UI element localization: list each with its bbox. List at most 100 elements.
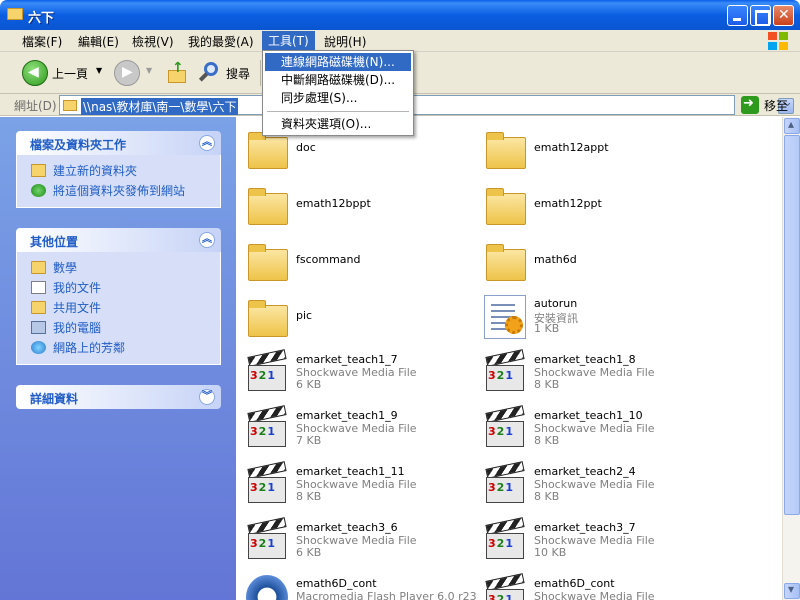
details-header[interactable]: 詳細資料 ︾ (16, 385, 221, 409)
file-size: 6 KB (296, 378, 322, 391)
list-item[interactable]: emath12appt (478, 123, 716, 175)
list-item[interactable]: fscommand (240, 235, 478, 287)
folder-icon (246, 183, 288, 227)
expand-icon[interactable]: ︾ (199, 389, 215, 405)
file-name: emath6D_cont (534, 577, 615, 590)
place-network-label: 網路上的芳鄰 (53, 341, 126, 355)
menu-view[interactable]: 檢視(V) (132, 33, 174, 50)
menu-separator (267, 111, 409, 112)
file-size: 1 KB (534, 322, 560, 335)
list-item[interactable]: 321 emarket_teach1_8 Shockwave Media Fil… (478, 347, 716, 399)
window-title: 六下 (28, 11, 55, 26)
list-item[interactable]: emath6D_cont Macromedia Flash Player 6.0… (240, 571, 478, 600)
file-name: doc (296, 141, 316, 154)
file-name: emarket_teach3_6 (296, 521, 398, 534)
place-shared-documents[interactable]: 共用文件 (29, 298, 220, 318)
file-name: emath12bppt (296, 197, 371, 210)
vertical-scrollbar[interactable] (782, 117, 800, 600)
menu-favorites[interactable]: 我的最愛(A) (188, 33, 254, 50)
scroll-up-icon[interactable] (784, 117, 800, 134)
place-my-computer[interactable]: 我的電腦 (29, 318, 220, 338)
task-new-folder[interactable]: 建立新的資料夾 (29, 161, 220, 181)
list-item[interactable]: emath12ppt (478, 179, 716, 231)
shockwave-file-icon: 321 (484, 461, 526, 507)
list-item[interactable]: 321 emarket_teach1_10 Shockwave Media Fi… (478, 403, 716, 455)
forward-dropdown-icon[interactable]: ▼ (146, 66, 152, 75)
file-name: emarket_teach1_8 (534, 353, 636, 366)
file-name: emarket_teach1_10 (534, 409, 643, 422)
search-button-label[interactable]: 搜尋 (226, 65, 250, 82)
file-type: Macromedia Flash Player 6.0 r23 (296, 590, 477, 600)
address-label: 網址(D) (14, 99, 57, 113)
folder-icon (31, 261, 46, 274)
place-my-documents-label: 我的文件 (53, 281, 102, 295)
shockwave-file-icon: 321 (246, 405, 288, 451)
scroll-thumb[interactable] (784, 135, 800, 515)
menu-help[interactable]: 說明(H) (324, 33, 366, 50)
task-publish-web[interactable]: 將這個資料夾發佈到網站 (29, 181, 220, 201)
maximize-button[interactable] (750, 5, 771, 26)
menu-tools[interactable]: 工具(T) (262, 31, 315, 51)
file-size: 8 KB (534, 378, 560, 391)
place-my-computer-label: 我的電腦 (53, 321, 102, 335)
computer-icon (31, 321, 46, 334)
list-item[interactable]: math6d (478, 235, 716, 287)
menu-edit[interactable]: 編輯(E) (78, 33, 119, 50)
list-item[interactable]: 321 emarket_teach2_4 Shockwave Media Fil… (478, 459, 716, 511)
list-item[interactable]: 321 emarket_teach1_9 Shockwave Media Fil… (240, 403, 478, 455)
collapse-icon[interactable]: ︽ (199, 232, 215, 248)
place-math[interactable]: 數學 (29, 258, 220, 278)
file-size: 8 KB (534, 434, 560, 447)
go-button[interactable]: 移至 (764, 97, 788, 114)
file-size: 8 KB (296, 490, 322, 503)
file-tasks-header[interactable]: 檔案及資料夾工作 ︽ (16, 131, 221, 155)
place-math-label: 數學 (53, 261, 78, 275)
address-value[interactable]: \\nas\教材庫\南一\數學\六下 (81, 98, 239, 115)
details-title: 詳細資料 (30, 392, 79, 406)
shockwave-file-icon: 321 (246, 461, 288, 507)
folder-icon (63, 100, 77, 111)
other-places-title: 其他位置 (30, 235, 79, 249)
list-item[interactable]: 321 emath6D_cont Shockwave Media File (478, 571, 716, 600)
file-name: autorun (534, 297, 578, 310)
place-my-documents[interactable]: 我的文件 (29, 278, 220, 298)
other-places-header[interactable]: 其他位置 ︽ (16, 228, 221, 252)
list-item[interactable]: 321 emarket_teach3_6 Shockwave Media Fil… (240, 515, 478, 567)
forward-icon[interactable] (114, 60, 140, 86)
back-button-label[interactable]: 上一頁 (52, 65, 88, 82)
menu-item-map-network-drive[interactable]: 連線網路磁碟機(N)... (265, 53, 411, 71)
collapse-icon[interactable]: ︽ (199, 135, 215, 151)
list-item[interactable]: emath12bppt (240, 179, 478, 231)
list-item[interactable]: autorun 安裝資訊 1 KB (478, 291, 716, 343)
list-item[interactable]: 321 emarket_teach3_7 Shockwave Media Fil… (478, 515, 716, 567)
folder-icon (484, 183, 526, 227)
file-list: doc emath12appt emath12bppt emath12ppt f… (236, 117, 782, 600)
scroll-down-icon[interactable] (784, 582, 800, 599)
folder-icon (246, 239, 288, 283)
menu-bar: 檔案(F) 編輯(E) 檢視(V) 我的最愛(A) 工具(T) 說明(H) (0, 30, 800, 52)
file-name: emarket_teach1_11 (296, 465, 405, 478)
menu-item-synchronize[interactable]: 同步處理(S)... (265, 89, 411, 107)
file-name: emath12ppt (534, 197, 602, 210)
menu-item-disconnect-network-drive[interactable]: 中斷網路磁碟機(D)... (265, 71, 411, 89)
list-item[interactable]: pic (240, 291, 478, 343)
other-places-section: 其他位置 ︽ 數學 我的文件 共用文件 我的電腦 網路上的芳鄰 (16, 228, 221, 365)
close-button[interactable] (773, 5, 794, 26)
back-dropdown-icon[interactable]: ▼ (96, 66, 102, 75)
file-name: emarket_teach2_4 (534, 465, 636, 478)
list-item[interactable]: 321 emarket_teach1_7 Shockwave Media Fil… (240, 347, 478, 399)
details-section: 詳細資料 ︾ (16, 385, 221, 409)
place-network[interactable]: 網路上的芳鄰 (29, 338, 220, 358)
back-icon[interactable] (22, 60, 48, 86)
menu-item-folder-options[interactable]: 資料夾選項(O)... (265, 115, 411, 133)
task-publish-web-label: 將這個資料夾發佈到網站 (53, 184, 186, 198)
list-item[interactable]: 321 emarket_teach1_11 Shockwave Media Fi… (240, 459, 478, 511)
network-icon (31, 341, 46, 354)
folder-up-icon[interactable]: ↑ (166, 60, 188, 84)
toolbar-divider (260, 60, 261, 86)
menu-file[interactable]: 檔案(F) (22, 33, 62, 50)
file-name: emarket_teach3_7 (534, 521, 636, 534)
go-arrow-icon[interactable] (741, 96, 759, 114)
search-icon[interactable] (198, 60, 220, 84)
minimize-button[interactable] (727, 5, 748, 26)
